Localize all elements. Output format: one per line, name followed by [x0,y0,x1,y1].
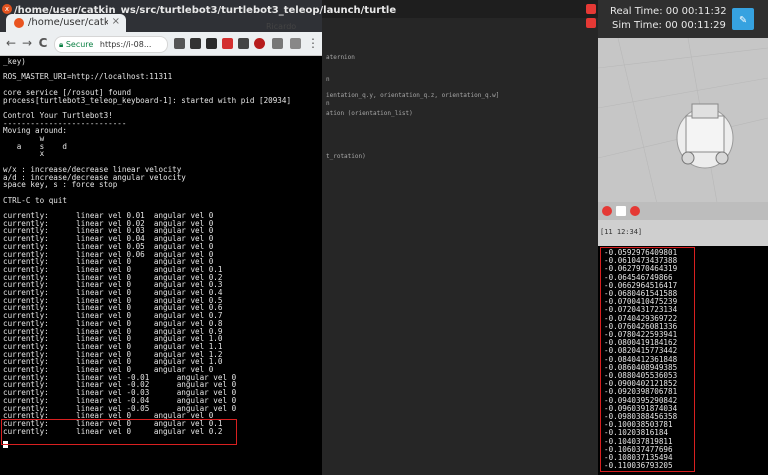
window-close-button[interactable]: x [2,4,12,14]
sim-time: Sim Time: 00 00:11:29 [612,20,726,31]
ubuntu-favicon-icon [14,18,24,28]
profile-name[interactable]: Ricardo [266,22,296,31]
gazebo-time-bar: Real Time: 00 00:11:32 Sim Time: 00 00:1… [598,0,768,38]
menu-icon[interactable]: ⋮ [306,36,320,50]
gazebo-edit-button[interactable]: ✎ [732,8,754,30]
reload-button[interactable]: C [36,36,50,50]
turtlebot-robot-icon[interactable] [670,96,740,176]
lock-icon: 🔒︎ [59,40,64,49]
browser-tab[interactable]: /home/user/catkin × [6,14,126,32]
terminal-line: CTRL-C to quit [3,195,68,205]
real-time: Real Time: 00 00:11:32 [610,6,727,17]
extension-icon[interactable] [206,38,217,49]
url-text: https://i-08... [99,40,152,49]
editor-line: t_rotation) [326,153,366,160]
terminal-line: process[turtlebot3_teleop_keyboard-1]: s… [3,95,292,105]
editor-line: aternion [326,54,355,61]
stack-icon[interactable] [190,38,201,49]
gazebo-toolbar [598,202,768,220]
tab-close-button[interactable]: × [112,16,120,27]
external-link-icon[interactable] [586,18,596,28]
terminal-line: _key) [3,57,26,66]
browser-toolbar: ← → C 🔒︎ Secure https://i-08... ⋮ [0,33,322,55]
close-icon[interactable] [586,4,596,14]
gazebo-scene[interactable] [598,37,768,209]
extension-icon[interactable] [174,38,185,49]
highlight-box-orientation [600,247,695,472]
sliders-icon[interactable] [272,38,283,49]
tab-title: /home/user/catkin [28,17,108,28]
eye-icon[interactable] [630,206,640,216]
terminal-line: x [3,149,45,159]
address-bar[interactable]: 🔒︎ Secure https://i-08... [54,36,168,53]
highlight-box-terminal [1,419,237,445]
camera-icon[interactable] [290,38,301,49]
forward-button[interactable]: → [20,36,34,50]
gazebo-view[interactable]: Real Time: 00 00:11:32 Sim Time: 00 00:1… [598,0,768,246]
shield-icon[interactable] [254,38,265,49]
editor-line: ation (orientation_list) [326,110,413,117]
extension-icon[interactable] [238,38,249,49]
editor-line: n [326,100,330,107]
terminal-line: space key, s : force stop [3,180,118,190]
gazebo-timestamp: [11 12:34] [600,228,643,236]
editor-line: ientation_q.y, orientation_q.z, orientat… [326,92,500,99]
browser-window: x /home/user/catkin_ws/src/turtlebot3/tu… [0,0,396,56]
code-editor-background: aternion n ientation_q.y, orientation_q.z,… [322,0,598,475]
secure-label: Secure [65,40,94,49]
record-icon[interactable] [602,206,612,216]
terminal[interactable]: _key) ROS_MASTER_URI=http://localhost:113… [0,56,322,475]
badge-extension-icon[interactable] [222,38,233,49]
back-button[interactable]: ← [4,36,18,50]
stop-icon[interactable] [616,206,626,216]
terminal-line: ROS_MASTER_URI=http://localhost:11311 [3,72,173,82]
editor-line: n [326,76,330,83]
